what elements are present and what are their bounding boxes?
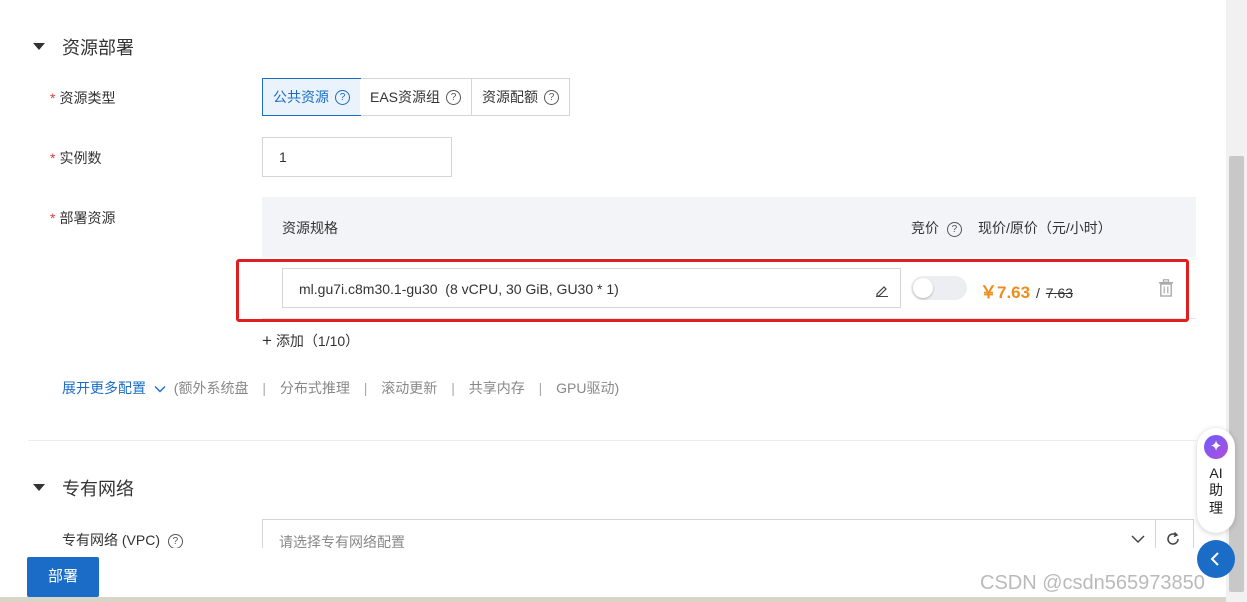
expand-more-link[interactable]: 展开更多配置 bbox=[62, 380, 146, 396]
expand-item: 额外系统盘 bbox=[178, 380, 249, 396]
option-label: 公共资源 bbox=[273, 89, 329, 105]
plus-icon: + bbox=[262, 331, 272, 350]
divider: | bbox=[538, 380, 543, 396]
resource-type-segmented: 公共资源 ? EAS资源组 ? 资源配额 ? bbox=[262, 78, 571, 116]
help-icon[interactable]: ? bbox=[335, 89, 350, 105]
vpc-label: 专有网络 (VPC) ? bbox=[62, 530, 183, 550]
expand-more-config: 展开更多配置 (额外系统盘 | 分布式推理 | 滚动更新 | 共享内存 | GP… bbox=[62, 378, 619, 398]
paren-close: ) bbox=[614, 380, 620, 396]
divider: | bbox=[262, 380, 266, 396]
scrollbar-thumb[interactable] bbox=[1229, 156, 1244, 592]
watermark: CSDN @csdn565973850 bbox=[980, 572, 1205, 594]
instance-count-label: * 实例数 bbox=[50, 148, 101, 168]
resource-type-quota[interactable]: 资源配额 ? bbox=[472, 79, 570, 115]
resource-type-public[interactable]: 公共资源 ? bbox=[262, 78, 361, 116]
help-icon[interactable]: ? bbox=[544, 89, 560, 105]
ai-assistant-button[interactable]: ✦ AI 助 理 bbox=[1197, 428, 1235, 533]
expand-item: 滚动更新 bbox=[381, 380, 438, 396]
col-header-bid-text: 竞价 bbox=[911, 220, 939, 236]
col-header-spec: 资源规格 bbox=[282, 220, 338, 236]
deploy-resource-label: * 部署资源 bbox=[50, 208, 115, 228]
required-mark: * bbox=[50, 90, 56, 106]
option-label: 资源配额 bbox=[482, 89, 539, 105]
collapse-caret-icon[interactable] bbox=[33, 484, 45, 491]
section-title-deploy: 资源部署 bbox=[62, 38, 134, 58]
resource-table-header: 资源规格 竞价 ? 现价/原价（元/小时） bbox=[262, 197, 1196, 257]
add-resource-button[interactable]: + 添加（1/10） bbox=[262, 331, 359, 351]
section-divider bbox=[28, 440, 1196, 441]
ai-label-line2: 助 bbox=[1209, 482, 1223, 498]
required-mark: * bbox=[50, 210, 56, 226]
chevron-left-icon bbox=[1210, 552, 1219, 566]
sparkle-icon: ✦ bbox=[1204, 435, 1228, 459]
bottom-edge bbox=[0, 597, 1247, 602]
instance-count-value: 1 bbox=[279, 149, 287, 165]
instance-count-label-text: 实例数 bbox=[59, 150, 102, 166]
refresh-icon[interactable] bbox=[1165, 531, 1181, 547]
ai-label-line3: 理 bbox=[1209, 500, 1223, 516]
vpc-label-text: 专有网络 (VPC) bbox=[62, 532, 160, 548]
required-mark: * bbox=[50, 150, 56, 166]
expand-item: GPU驱动 bbox=[556, 380, 615, 396]
chevron-down-icon[interactable] bbox=[1131, 534, 1145, 544]
help-icon[interactable]: ? bbox=[946, 221, 962, 237]
divider: | bbox=[451, 380, 455, 396]
collapse-panel-button[interactable] bbox=[1197, 540, 1235, 578]
resource-type-label-text: 资源类型 bbox=[59, 90, 116, 106]
section-title-vpc: 专有网络 bbox=[62, 479, 134, 499]
option-label: EAS资源组 bbox=[370, 89, 441, 105]
collapse-caret-icon[interactable] bbox=[33, 43, 45, 50]
expand-item: 分布式推理 bbox=[279, 380, 350, 396]
ai-label-line1: AI bbox=[1209, 465, 1223, 481]
deploy-resource-label-text: 部署资源 bbox=[59, 210, 116, 226]
col-header-price: 现价/原价（元/小时） bbox=[978, 220, 1112, 236]
help-icon[interactable]: ? bbox=[167, 533, 183, 549]
add-resource-label: 添加（1/10） bbox=[275, 333, 360, 349]
resource-type-eas-group[interactable]: EAS资源组 ? bbox=[360, 79, 473, 115]
divider: | bbox=[363, 380, 368, 396]
deploy-button[interactable]: 部署 bbox=[27, 557, 99, 597]
help-icon[interactable]: ? bbox=[446, 89, 462, 105]
col-header-bid: 竞价 ? bbox=[911, 218, 962, 238]
chevron-down-icon[interactable] bbox=[154, 385, 166, 393]
instance-count-input[interactable]: 1 bbox=[262, 137, 452, 177]
expand-item: 共享内存 bbox=[468, 380, 525, 396]
highlight-frame bbox=[236, 259, 1189, 322]
resource-type-label: * 资源类型 bbox=[50, 88, 115, 108]
